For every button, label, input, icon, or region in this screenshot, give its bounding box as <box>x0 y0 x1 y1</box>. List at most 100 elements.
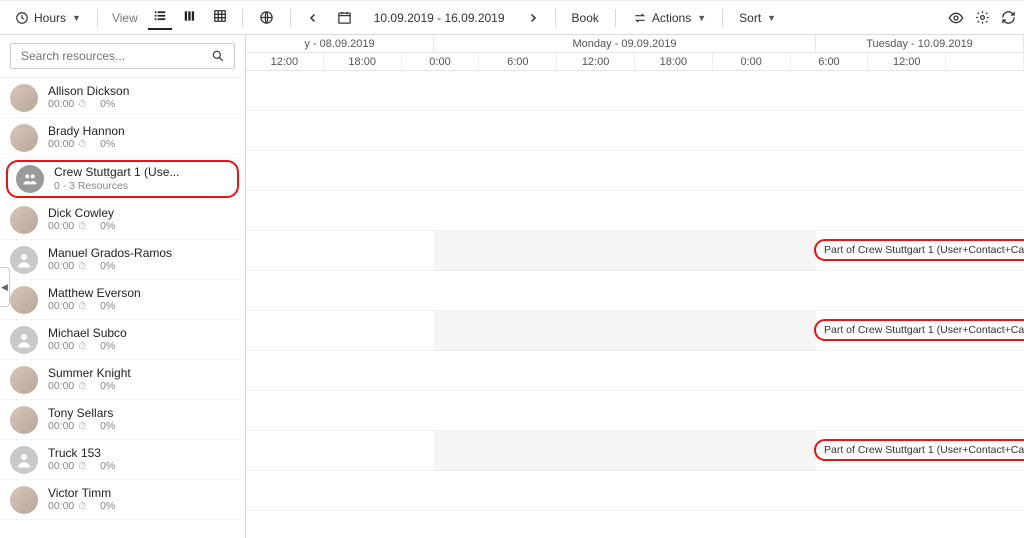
clock-icon: ⏱ <box>78 501 86 513</box>
prev-button[interactable] <box>301 8 325 28</box>
resource-item[interactable]: Matthew Everson00:00⏱0% <box>0 280 245 320</box>
resource-name: Brady Hannon <box>48 125 125 139</box>
calendar-button[interactable] <box>331 6 358 29</box>
hour-header-cell: 6:00 <box>479 53 557 70</box>
resource-subtext: 00:00⏱0% <box>48 260 172 272</box>
search-input-wrap <box>10 43 235 69</box>
hour-header-cell: 12:00 <box>868 53 946 70</box>
timeline-row[interactable] <box>246 111 1024 151</box>
resource-item[interactable]: Brady Hannon00:00⏱0% <box>0 118 245 158</box>
resource-name: Crew Stuttgart 1 (Use... <box>54 166 179 180</box>
timeline-row[interactable] <box>246 271 1024 311</box>
clock-icon: ⏱ <box>78 421 86 433</box>
search-input[interactable] <box>19 48 204 64</box>
caret-down-icon: ▼ <box>767 13 776 23</box>
globe-button[interactable] <box>253 6 280 29</box>
resource-item[interactable]: Manuel Grados-Ramos00:00⏱0% <box>0 240 245 280</box>
actions-label: Actions <box>652 11 691 25</box>
eye-icon[interactable] <box>948 10 964 26</box>
refresh-icon[interactable] <box>1000 10 1016 26</box>
resource-subtext: 00:00⏱0% <box>48 138 125 150</box>
timeline-row[interactable]: Part of Crew Stuttgart 1 (User+Contact+C… <box>246 231 1024 271</box>
resource-subtext: 00:00⏱0% <box>48 420 115 432</box>
clock-icon: ⏱ <box>78 381 86 393</box>
resource-item-crew[interactable]: Crew Stuttgart 1 (Use...0 - 3 Resources <box>6 160 239 198</box>
view-list-button[interactable] <box>148 5 172 30</box>
timeline-row[interactable] <box>246 471 1024 511</box>
resource-item[interactable]: Dick Cowley00:00⏱0% <box>0 200 245 240</box>
resource-name: Dick Cowley <box>48 207 115 221</box>
resource-item[interactable]: Allison Dickson00:00⏱0% <box>0 78 245 118</box>
clock-icon: ⏱ <box>78 221 86 233</box>
unavailable-shade <box>434 431 816 470</box>
person-placeholder-icon <box>10 326 38 354</box>
unavailable-shade <box>434 311 816 350</box>
person-placeholder-icon <box>10 246 38 274</box>
resource-subtext: 00:00⏱0% <box>48 340 127 352</box>
resource-item[interactable]: Victor Timm00:00⏱0% <box>0 480 245 520</box>
resource-name: Summer Knight <box>48 367 131 381</box>
hour-header-row: 12:0018:000:006:0012:0018:000:006:0012:0… <box>246 53 1024 71</box>
hour-header-cell <box>946 53 1024 70</box>
sort-dropdown[interactable]: Sort ▼ <box>733 7 782 29</box>
date-range-label: 10.09.2019 - 16.09.2019 <box>364 11 515 25</box>
hour-header-cell: 6:00 <box>791 53 869 70</box>
clock-icon <box>14 10 30 26</box>
swap-icon <box>632 10 648 26</box>
unavailable-shade <box>434 231 816 270</box>
book-dropdown[interactable]: Book <box>566 7 605 29</box>
hour-header-cell: 12:00 <box>246 53 324 70</box>
toolbar: Hours ▼ View 10.09.2019 - 16.09.2019 Boo… <box>0 1 1024 35</box>
separator <box>722 9 723 27</box>
resource-name: Manuel Grados-Ramos <box>48 247 172 261</box>
view-grid-button[interactable] <box>208 5 232 30</box>
resource-subtext: 00:00⏱0% <box>48 300 141 312</box>
avatar <box>10 286 38 314</box>
timeline-row[interactable] <box>246 351 1024 391</box>
hour-header-cell: 18:00 <box>635 53 713 70</box>
clock-icon: ⏱ <box>78 261 86 273</box>
timeline-row[interactable] <box>246 71 1024 111</box>
resource-item[interactable]: Tony Sellars00:00⏱0% <box>0 400 245 440</box>
clock-icon: ⏱ <box>78 301 86 313</box>
resource-name: Truck 153 <box>48 447 115 461</box>
resource-item[interactable]: Michael Subco00:00⏱0% <box>0 320 245 360</box>
hours-dropdown[interactable]: Hours ▼ <box>8 6 87 30</box>
search-icon[interactable] <box>210 48 226 64</box>
crew-assignment-chip[interactable]: Part of Crew Stuttgart 1 (User+Contact+C… <box>814 319 1024 341</box>
crew-assignment-chip[interactable]: Part of Crew Stuttgart 1 (User+Contact+C… <box>814 239 1024 261</box>
clock-icon: ⏱ <box>78 461 86 473</box>
view-columns-button[interactable] <box>178 5 202 30</box>
avatar <box>10 366 38 394</box>
crew-assignment-chip[interactable]: Part of Crew Stuttgart 1 (User+Contact+C… <box>814 439 1024 461</box>
separator <box>290 9 291 27</box>
avatar <box>10 486 38 514</box>
resource-item[interactable]: Truck 15300:00⏱0% <box>0 440 245 480</box>
resource-sidebar: Allison Dickson00:00⏱0%Brady Hannon00:00… <box>0 35 246 538</box>
timeline-row[interactable]: Part of Crew Stuttgart 1 (User+Contact+C… <box>246 311 1024 351</box>
hour-header-cell: 0:00 <box>713 53 791 70</box>
resource-item[interactable]: Summer Knight00:00⏱0% <box>0 360 245 400</box>
clock-icon: ⏱ <box>78 341 86 353</box>
avatar <box>10 84 38 112</box>
resource-name: Tony Sellars <box>48 407 115 421</box>
actions-dropdown[interactable]: Actions ▼ <box>626 6 712 30</box>
timeline[interactable]: y - 08.09.2019Monday - 09.09.2019Tuesday… <box>246 35 1024 538</box>
timeline-row[interactable] <box>246 391 1024 431</box>
resource-subtext: 0 - 3 Resources <box>54 180 179 192</box>
sidebar-collapse-handle[interactable]: ◀ <box>0 267 10 307</box>
avatar <box>10 206 38 234</box>
resource-name: Victor Timm <box>48 487 115 501</box>
clock-icon: ⏱ <box>78 139 86 151</box>
caret-down-icon: ▼ <box>697 13 706 23</box>
timeline-row[interactable] <box>246 151 1024 191</box>
resource-name: Allison Dickson <box>48 85 129 99</box>
separator <box>97 9 98 27</box>
next-button[interactable] <box>521 8 545 28</box>
timeline-row[interactable]: Part of Crew Stuttgart 1 (User+Contact+C… <box>246 431 1024 471</box>
gear-icon[interactable] <box>974 10 990 26</box>
person-placeholder-icon <box>10 446 38 474</box>
resource-subtext: 00:00⏱0% <box>48 220 115 232</box>
timeline-row[interactable] <box>246 191 1024 231</box>
separator <box>555 9 556 27</box>
